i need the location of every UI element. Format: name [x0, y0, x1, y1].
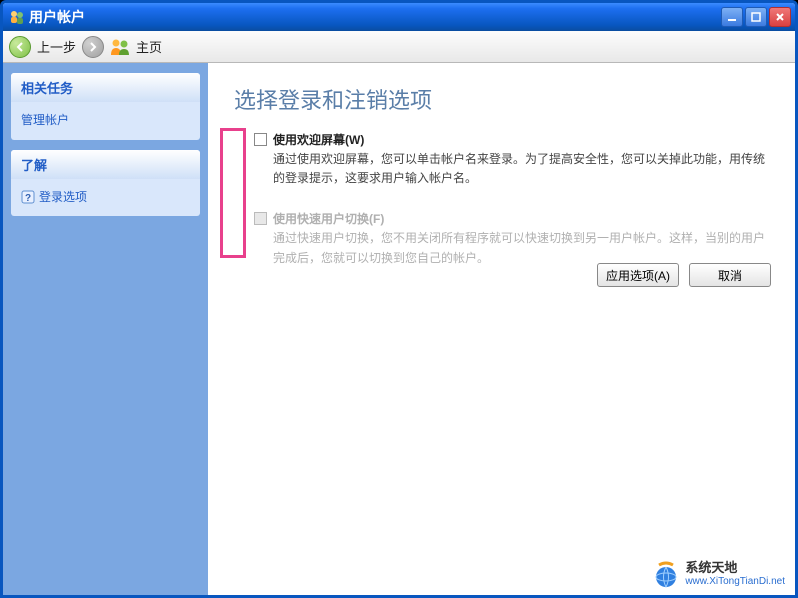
window-controls: [721, 7, 791, 27]
button-row: 应用选项(A) 取消: [597, 263, 771, 287]
watermark-url: www.XiTongTianDi.net: [685, 576, 785, 587]
app-icon: [9, 9, 25, 25]
titlebar: 用户帐户: [3, 3, 795, 31]
back-button[interactable]: [9, 36, 31, 58]
toolbar: 上一步 主页: [3, 31, 795, 63]
link-label: 登录选项: [39, 187, 87, 209]
panel-body: ? 登录选项: [11, 179, 200, 217]
panel-head: 相关任务: [11, 73, 200, 102]
panel-head: 了解: [11, 150, 200, 179]
link-label: 管理帐户: [21, 110, 69, 132]
page-title: 选择登录和注销选项: [234, 83, 769, 115]
watermark-text: 系统天地 www.XiTongTianDi.net: [685, 561, 785, 586]
option-desc: 通过使用欢迎屏幕，您可以单击帐户名来登录。为了提高安全性，您可以关掉此功能，用传…: [273, 150, 769, 188]
option-desc: 通过快速用户切换，您不用关闭所有程序就可以快速切换到另一用户帐户。这样，当别的用…: [273, 229, 769, 267]
minimize-button[interactable]: [721, 7, 743, 27]
main-pane: 选择登录和注销选项 使用欢迎屏幕(W) 通过使用欢迎屏幕，您可以单击帐户名来登录…: [208, 63, 795, 595]
option-text: 使用欢迎屏幕(W) 通过使用欢迎屏幕，您可以单击帐户名来登录。为了提高安全性，您…: [273, 131, 769, 188]
option-title: 使用欢迎屏幕(W): [273, 131, 769, 148]
button-label: 应用选项(A): [606, 267, 670, 284]
window: 用户帐户 上一步 主页 相关任务 管理帐户: [0, 0, 798, 598]
option-text: 使用快速用户切换(F) 通过快速用户切换，您不用关闭所有程序就可以快速切换到另一…: [273, 210, 769, 267]
arrow-left-icon: [14, 41, 26, 53]
forward-button[interactable]: [82, 36, 104, 58]
home-link[interactable]: 主页: [136, 37, 162, 56]
users-icon: [110, 38, 130, 56]
content-area: 相关任务 管理帐户 了解 ? 登录选项: [3, 63, 795, 595]
maximize-button[interactable]: [745, 7, 767, 27]
link-manage-accounts[interactable]: 管理帐户: [21, 110, 190, 132]
panel-related-tasks: 相关任务 管理帐户: [11, 73, 200, 140]
panel-body: 管理帐户: [11, 102, 200, 140]
link-login-options[interactable]: ? 登录选项: [21, 187, 190, 209]
close-button[interactable]: [769, 7, 791, 27]
option-title: 使用快速用户切换(F): [273, 210, 769, 227]
sidebar: 相关任务 管理帐户 了解 ? 登录选项: [3, 63, 208, 595]
help-icon: ?: [21, 190, 35, 204]
watermark-name: 系统天地: [685, 561, 785, 575]
panel-learn: 了解 ? 登录选项: [11, 150, 200, 217]
button-label: 取消: [718, 267, 742, 284]
checkbox-welcome-screen[interactable]: [254, 133, 267, 146]
window-title: 用户帐户: [29, 7, 721, 27]
back-label: 上一步: [37, 37, 76, 56]
checkbox-fast-user-switch: [254, 212, 267, 225]
cancel-button[interactable]: 取消: [689, 263, 771, 287]
svg-text:?: ?: [25, 193, 31, 204]
watermark: 系统天地 www.XiTongTianDi.net: [651, 559, 785, 589]
option-welcome-screen: 使用欢迎屏幕(W) 通过使用欢迎屏幕，您可以单击帐户名来登录。为了提高安全性，您…: [220, 131, 769, 188]
arrow-right-icon: [87, 41, 99, 53]
option-fast-user-switch: 使用快速用户切换(F) 通过快速用户切换，您不用关闭所有程序就可以快速切换到另一…: [220, 210, 769, 267]
globe-icon: [651, 559, 681, 589]
apply-button[interactable]: 应用选项(A): [597, 263, 679, 287]
